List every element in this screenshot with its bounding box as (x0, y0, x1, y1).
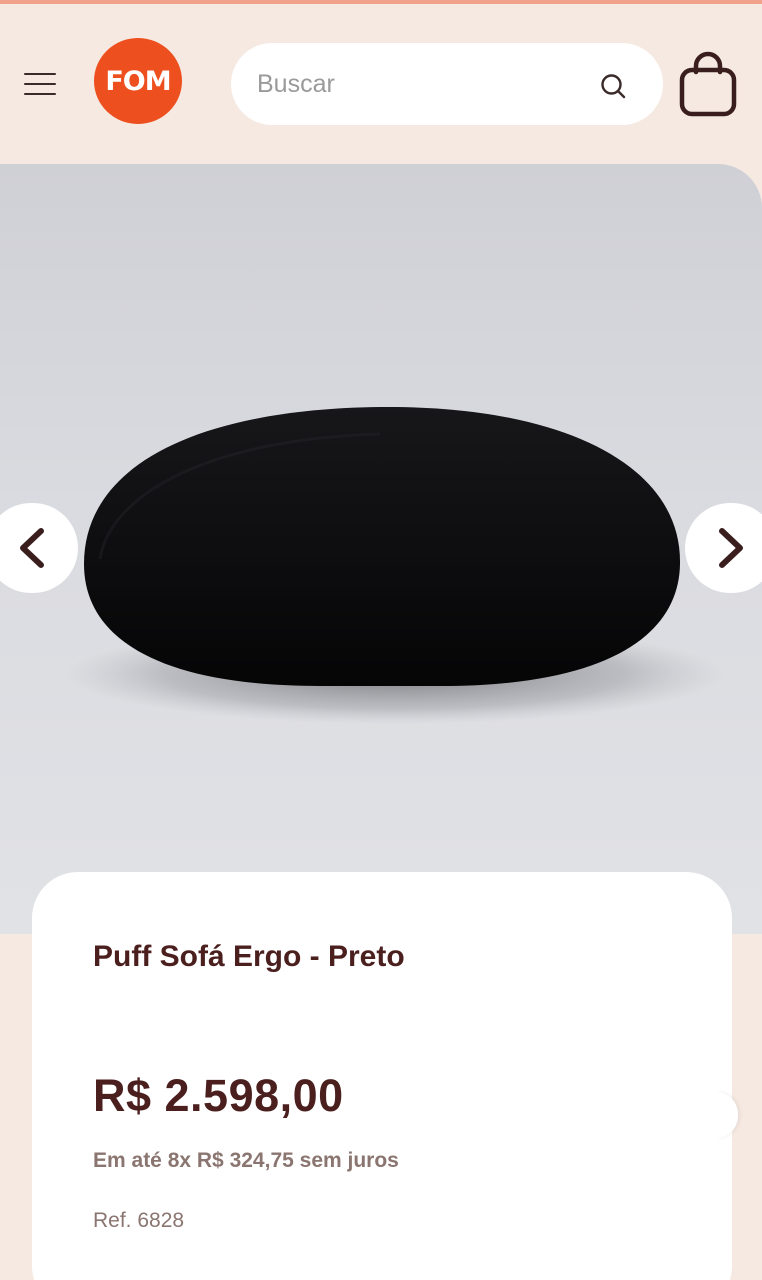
hamburger-menu-icon[interactable] (20, 66, 60, 102)
product-reference: Ref. 6828 (93, 1209, 185, 1232)
search-icon[interactable] (599, 72, 627, 100)
floating-widget-edge[interactable] (716, 1092, 738, 1138)
product-page: FOM Buscar Puff Sofá Ergo - Preto R$ 2.5… (0, 0, 762, 1280)
product-info-card: Puff Sofá Ergo - Preto R$ 2.598,00 Em at… (32, 872, 732, 1280)
fom-logo[interactable]: FOM (94, 38, 182, 124)
chevron-right-icon (719, 528, 743, 568)
shopping-bag-icon[interactable] (678, 50, 738, 118)
top-accent-bar (0, 0, 762, 4)
search-input[interactable] (257, 63, 587, 105)
search-bar[interactable] (231, 43, 663, 125)
logo-text: FOM (105, 65, 171, 97)
installment-info: Em até 8x R$ 324,75 sem juros (93, 1149, 399, 1172)
chevron-left-icon (20, 528, 44, 568)
product-price: R$ 2.598,00 (93, 1070, 344, 1121)
product-photo (65, 406, 725, 724)
menu-line (24, 73, 56, 75)
product-title: Puff Sofá Ergo - Preto (93, 940, 405, 973)
menu-line (24, 83, 56, 85)
menu-line (24, 93, 56, 95)
product-image-gallery[interactable] (0, 164, 762, 934)
